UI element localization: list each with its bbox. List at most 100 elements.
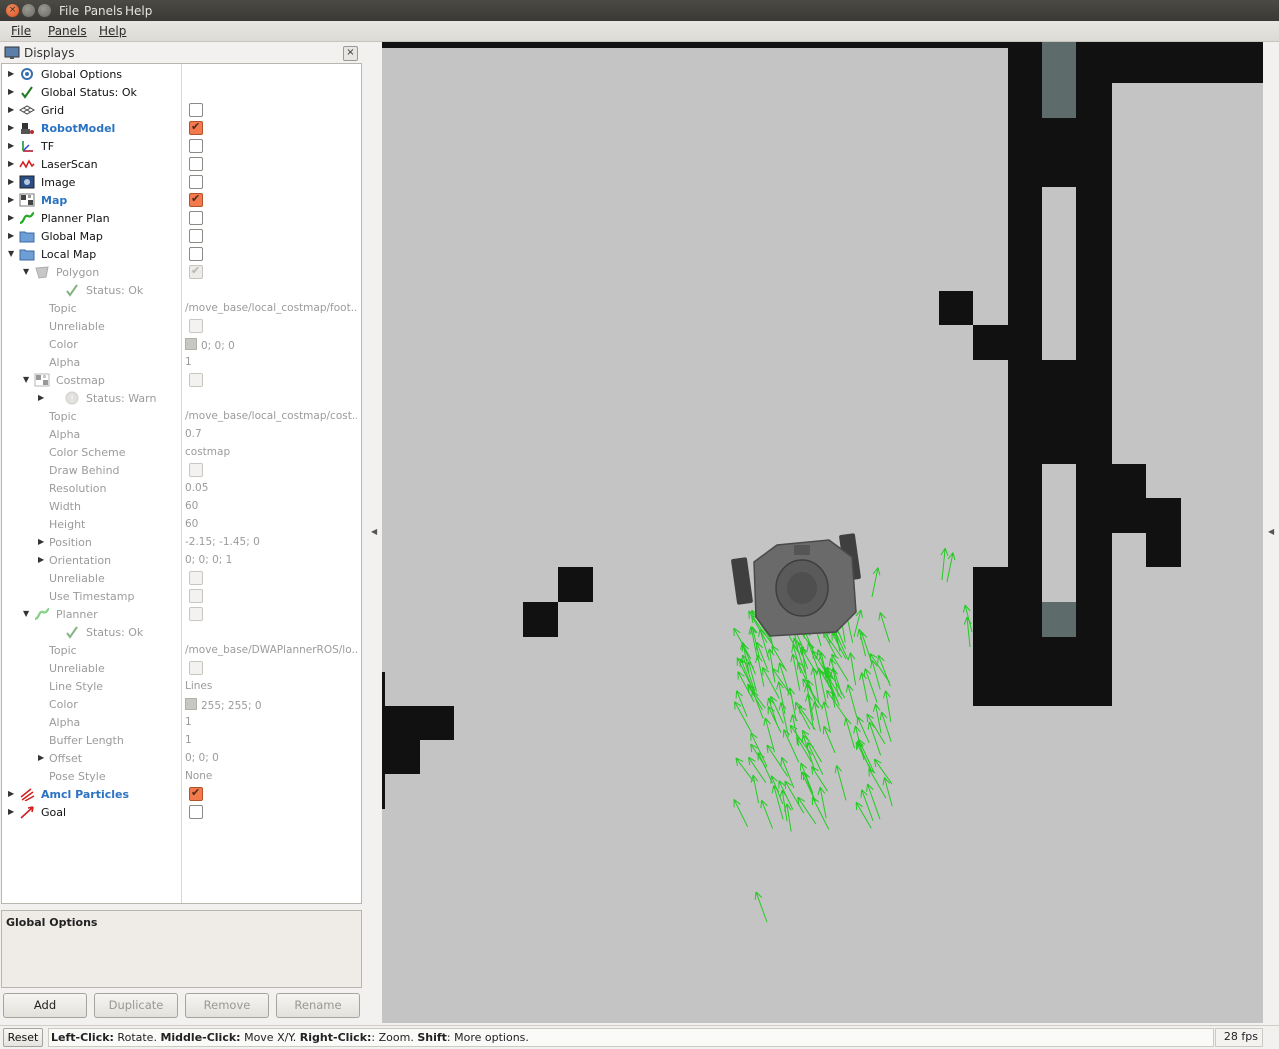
display-row[interactable]: ▶ Position -2.15; -1.45; 0 — [2, 533, 361, 551]
display-row[interactable]: Width 60 — [2, 497, 361, 515]
expand-arrow-icon[interactable]: ▶ — [38, 393, 44, 402]
display-row[interactable]: Line Style Lines — [2, 677, 361, 695]
display-enable-checkbox[interactable] — [189, 661, 203, 675]
display-row[interactable]: Use Timestamp — [2, 587, 361, 605]
display-row[interactable]: ▶ Planner Plan — [2, 209, 361, 227]
expand-arrow-icon[interactable]: ▶ — [8, 69, 14, 78]
expand-arrow-icon[interactable]: ▶ — [8, 195, 14, 204]
property-value[interactable]: 0; 0; 0; 1 — [185, 554, 357, 566]
display-row[interactable]: ▶ RobotModel — [2, 119, 361, 137]
display-enable-checkbox[interactable] — [189, 157, 203, 171]
collapse-arrow-icon[interactable]: ▼ — [23, 267, 29, 276]
window-close-button[interactable]: × — [6, 4, 19, 17]
display-enable-checkbox[interactable] — [189, 319, 203, 333]
display-row[interactable]: ▶ Offset 0; 0; 0 — [2, 749, 361, 767]
display-enable-checkbox[interactable] — [189, 607, 203, 621]
right-splitter-handle[interactable]: ◀ — [1264, 42, 1279, 1025]
display-row[interactable]: ▶ Amcl Particles — [2, 785, 361, 803]
display-row[interactable]: ▼ Costmap — [2, 371, 361, 389]
display-row[interactable]: Color 255; 255; 0 — [2, 695, 361, 713]
display-enable-checkbox[interactable] — [189, 786, 203, 801]
expand-arrow-icon[interactable]: ▶ — [8, 231, 14, 240]
display-row[interactable]: Status: Ok — [2, 281, 361, 299]
property-value[interactable]: 0; 0; 0 — [185, 752, 357, 764]
menu-file[interactable]: File — [11, 24, 31, 38]
display-row[interactable]: ▶! Status: Warn — [2, 389, 361, 407]
window-minimize-button[interactable] — [22, 4, 35, 17]
display-enable-checkbox[interactable] — [189, 463, 203, 477]
property-value[interactable]: costmap — [185, 446, 357, 458]
collapse-arrow-icon[interactable]: ▼ — [8, 249, 14, 258]
display-row[interactable]: Alpha 1 — [2, 353, 361, 371]
property-value[interactable]: /move_base/DWAPlannerROS/lo... — [185, 644, 357, 656]
property-value[interactable]: 0; 0; 0 — [185, 338, 357, 352]
expand-arrow-icon[interactable]: ▶ — [8, 141, 14, 150]
property-value[interactable]: 1 — [185, 734, 357, 746]
left-splitter-handle[interactable]: ◀ — [362, 42, 382, 1025]
title-menu-help[interactable]: Help — [125, 4, 152, 18]
property-value[interactable]: 0.7 — [185, 428, 357, 440]
display-row[interactable]: ▶ Map — [2, 191, 361, 209]
display-row[interactable]: Alpha 1 — [2, 713, 361, 731]
property-value[interactable]: 255; 255; 0 — [185, 698, 357, 712]
display-row[interactable]: Height 60 — [2, 515, 361, 533]
display-row[interactable]: Draw Behind — [2, 461, 361, 479]
property-value[interactable]: 60 — [185, 518, 357, 530]
expand-arrow-icon[interactable]: ▶ — [38, 555, 44, 564]
display-row[interactable]: Buffer Length 1 — [2, 731, 361, 749]
display-row[interactable]: ▶ Global Map — [2, 227, 361, 245]
expand-arrow-icon[interactable]: ▶ — [38, 753, 44, 762]
display-row[interactable]: Topic/move_base/DWAPlannerROS/lo... — [2, 641, 361, 659]
displays-tree[interactable]: ▶ Global Options ▶ Global Status: Ok ▶ Grid ▶ R… — [1, 63, 362, 904]
window-maximize-button[interactable] — [38, 4, 51, 17]
collapse-arrow-icon[interactable]: ▼ — [23, 375, 29, 384]
menu-help[interactable]: Help — [99, 24, 126, 38]
title-menu-file[interactable]: File — [59, 4, 79, 18]
expand-arrow-icon[interactable]: ▶ — [8, 105, 14, 114]
display-enable-checkbox[interactable] — [189, 103, 203, 117]
display-row[interactable]: ▶ Goal — [2, 803, 361, 821]
property-value[interactable]: Lines — [185, 680, 357, 692]
title-menu-panels[interactable]: Panels — [84, 4, 123, 18]
display-enable-checkbox[interactable] — [189, 571, 203, 585]
expand-arrow-icon[interactable]: ▶ — [8, 123, 14, 132]
duplicate-button[interactable]: Duplicate — [94, 993, 178, 1018]
expand-arrow-icon[interactable]: ▶ — [8, 159, 14, 168]
remove-button[interactable]: Remove — [185, 993, 269, 1018]
display-row[interactable]: Status: Ok — [2, 623, 361, 641]
display-enable-checkbox[interactable] — [189, 175, 203, 189]
display-row[interactable]: Color 0; 0; 0 — [2, 335, 361, 353]
display-row[interactable]: Topic/move_base/local_costmap/cost... — [2, 407, 361, 425]
display-row[interactable]: ▶ Global Options — [2, 65, 361, 83]
display-row[interactable]: Unreliable — [2, 659, 361, 677]
display-row[interactable]: ▶ Global Status: Ok — [2, 83, 361, 101]
expand-arrow-icon[interactable]: ▶ — [8, 177, 14, 186]
display-row[interactable]: Unreliable — [2, 569, 361, 587]
display-enable-checkbox[interactable] — [189, 264, 203, 279]
property-value[interactable]: 0.05 — [185, 482, 357, 494]
rename-button[interactable]: Rename — [276, 993, 360, 1018]
display-row[interactable]: ▼ Planner — [2, 605, 361, 623]
property-value[interactable]: /move_base/local_costmap/cost... — [185, 410, 357, 422]
display-row[interactable]: ▶ Grid — [2, 101, 361, 119]
property-value[interactable]: /move_base/local_costmap/foot... — [185, 302, 357, 314]
reset-button[interactable]: Reset — [3, 1028, 43, 1047]
display-row[interactable]: ▶ Image — [2, 173, 361, 191]
expand-right-arrow-icon[interactable]: ◀ — [1268, 527, 1274, 536]
expand-arrow-icon[interactable]: ▶ — [8, 789, 14, 798]
display-row[interactable]: Topic/move_base/local_costmap/foot... — [2, 299, 361, 317]
display-enable-checkbox[interactable] — [189, 229, 203, 243]
display-row[interactable]: ▶ TF — [2, 137, 361, 155]
display-row[interactable]: Pose Style None — [2, 767, 361, 785]
property-value[interactable]: None — [185, 770, 357, 782]
display-row[interactable]: Color Scheme costmap — [2, 443, 361, 461]
display-enable-checkbox[interactable] — [189, 247, 203, 261]
display-row[interactable]: Alpha 0.7 — [2, 425, 361, 443]
display-row[interactable]: ▶ Orientation 0; 0; 0; 1 — [2, 551, 361, 569]
display-enable-checkbox[interactable] — [189, 805, 203, 819]
property-value[interactable]: -2.15; -1.45; 0 — [185, 536, 357, 548]
display-enable-checkbox[interactable] — [189, 192, 203, 207]
display-enable-checkbox[interactable] — [189, 373, 203, 387]
display-row[interactable]: ▼ Polygon — [2, 263, 361, 281]
display-row[interactable]: ▶ LaserScan — [2, 155, 361, 173]
